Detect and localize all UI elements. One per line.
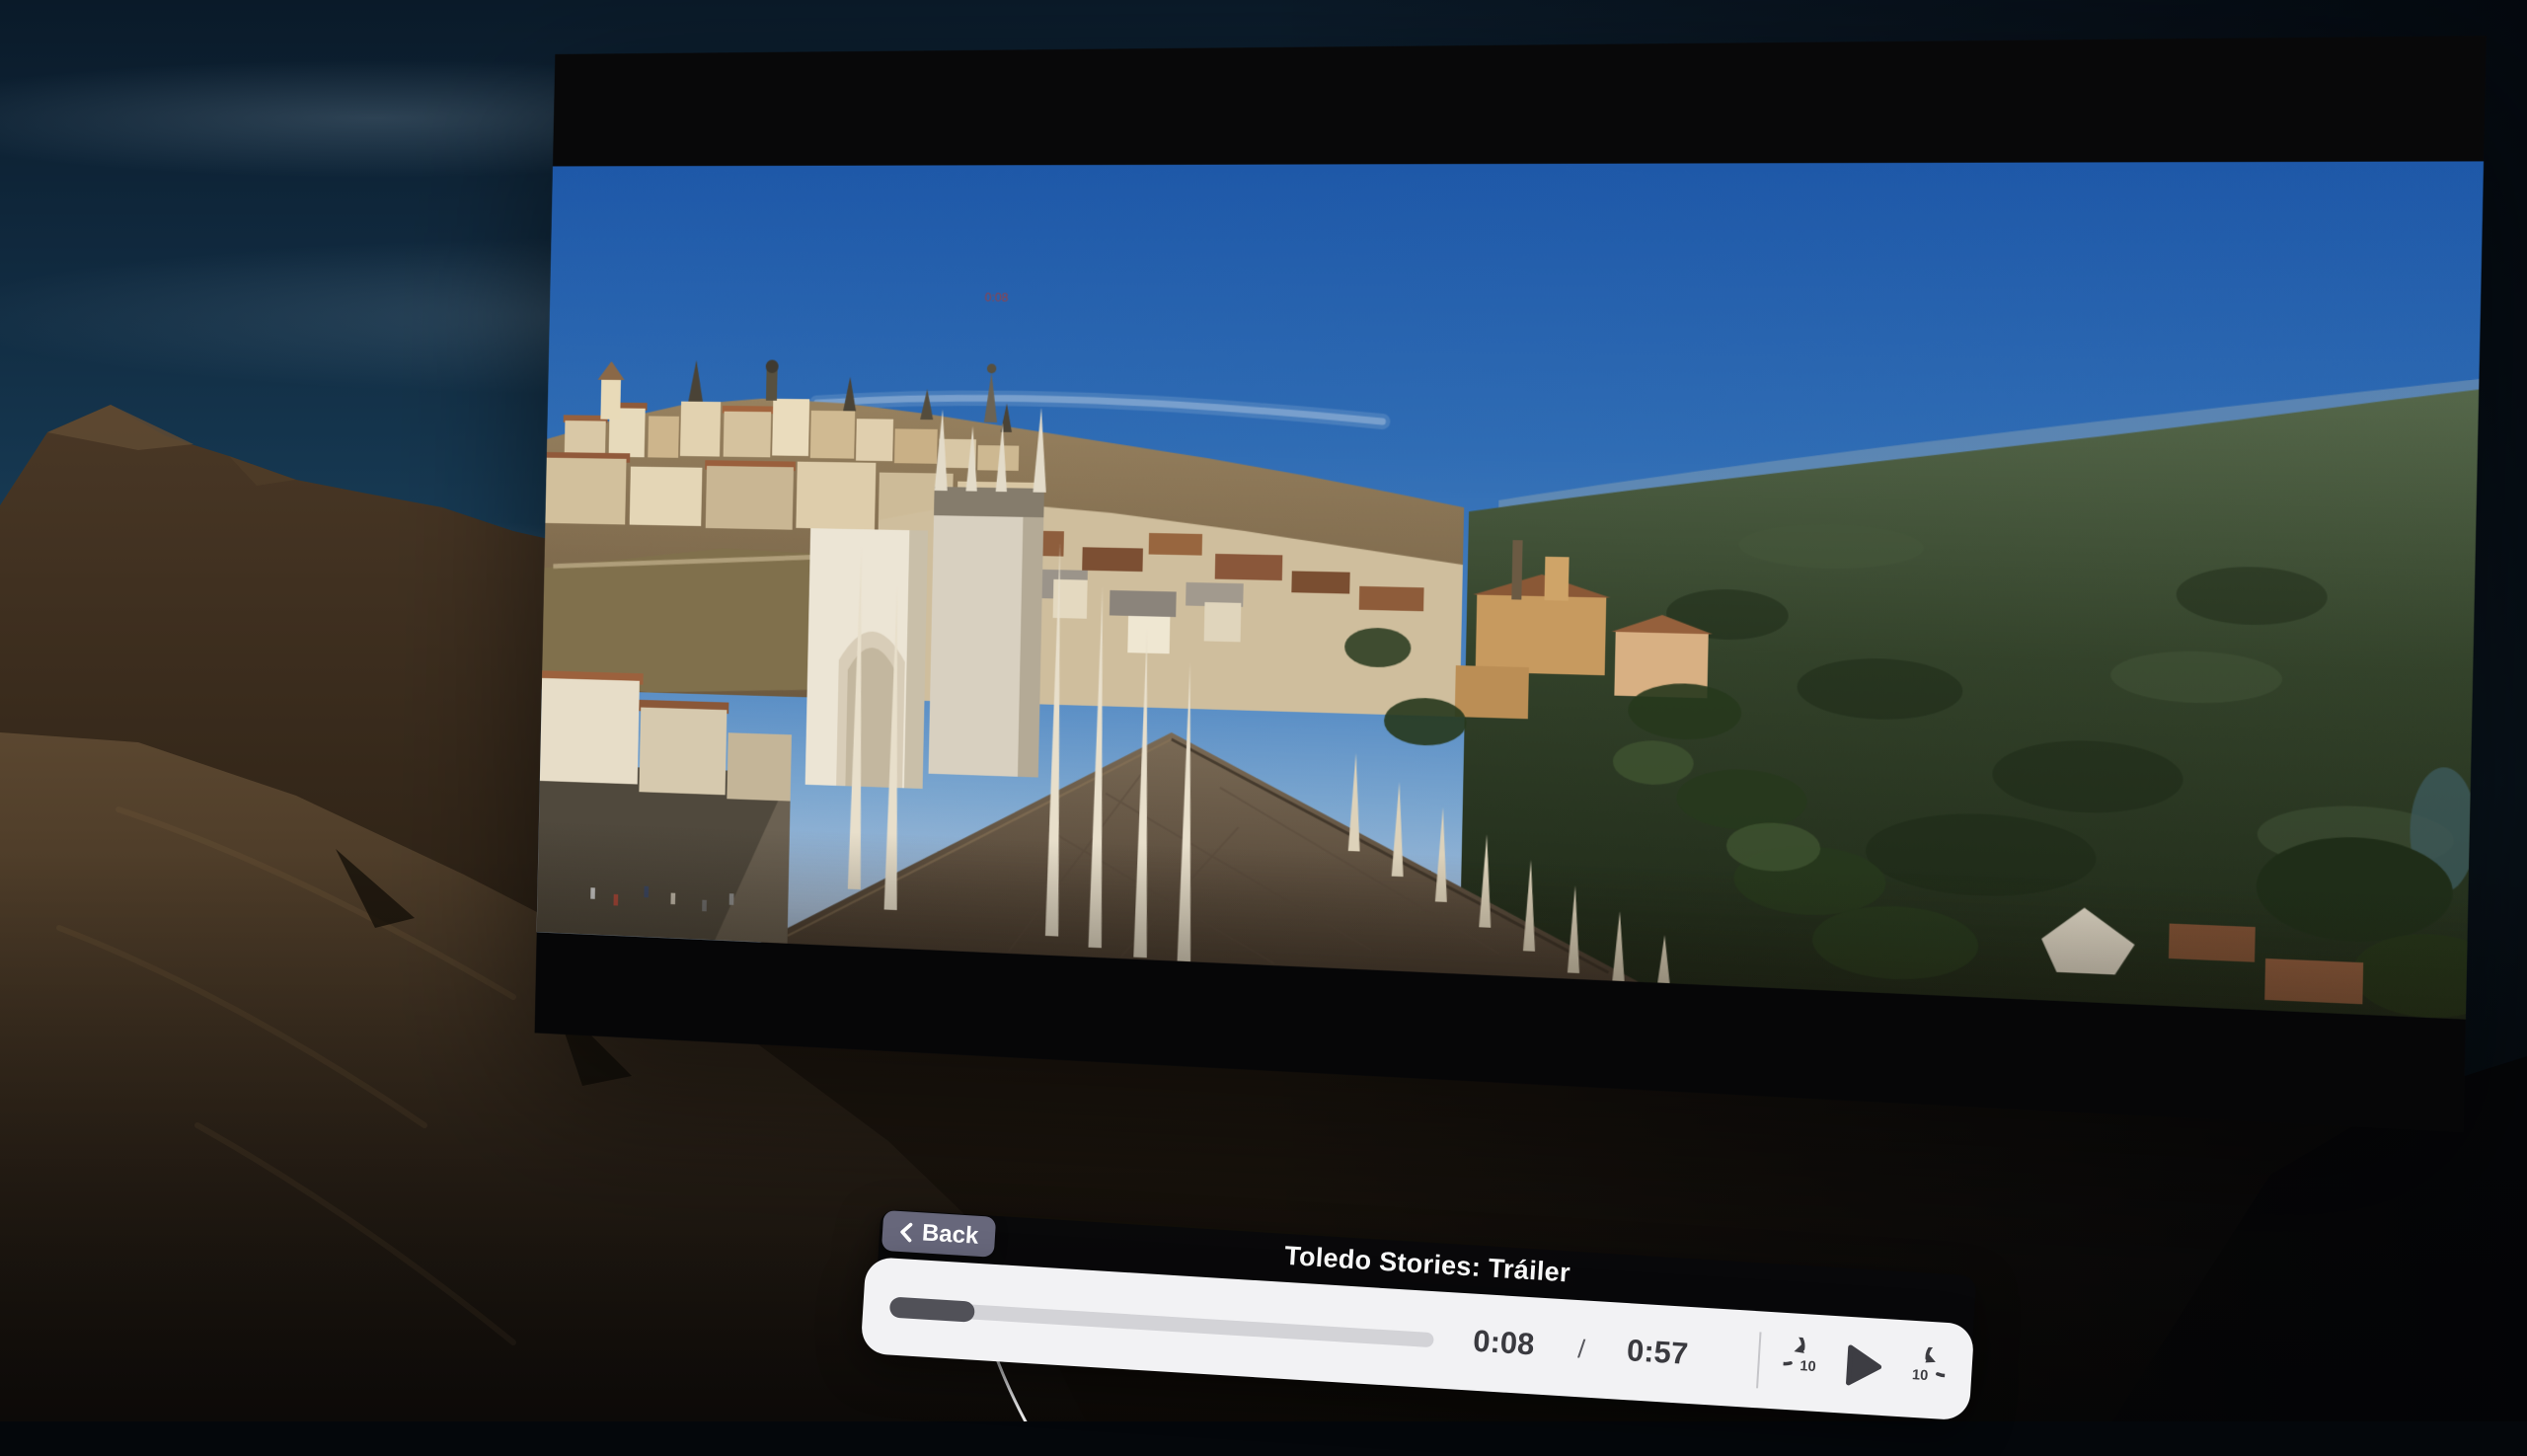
skip-back-10-button[interactable]: 10 [1782,1337,1834,1391]
skip-back-10-icon: 10 [1782,1337,1834,1391]
letterbox-top [553,36,2487,166]
scrubber-track[interactable] [889,1299,1434,1347]
skip-forward-10-button[interactable]: 10 [1894,1345,1947,1400]
svg-text:10: 10 [1800,1358,1816,1375]
play-icon [1845,1344,1882,1388]
scrubber-fill[interactable] [889,1296,975,1322]
video-frame[interactable]: 0:08 [537,161,2484,1019]
time-separator: / [1558,1333,1605,1366]
video-content: 0:08 [537,161,2484,1019]
svg-text:10: 10 [1912,1367,1929,1384]
time-elapsed: 0:08 [1451,1322,1556,1363]
back-button[interactable]: Back [881,1210,997,1258]
video-inset-timestamp: 0:08 [985,290,1009,304]
divider [1756,1332,1761,1388]
skip-forward-10-icon: 10 [1894,1345,1947,1400]
time-duration: 0:57 [1605,1332,1710,1373]
back-button-label: Back [921,1219,979,1250]
play-button[interactable] [1845,1344,1882,1388]
video-player-window: 0:08 [535,36,2487,1132]
chevron-left-icon [898,1220,913,1243]
